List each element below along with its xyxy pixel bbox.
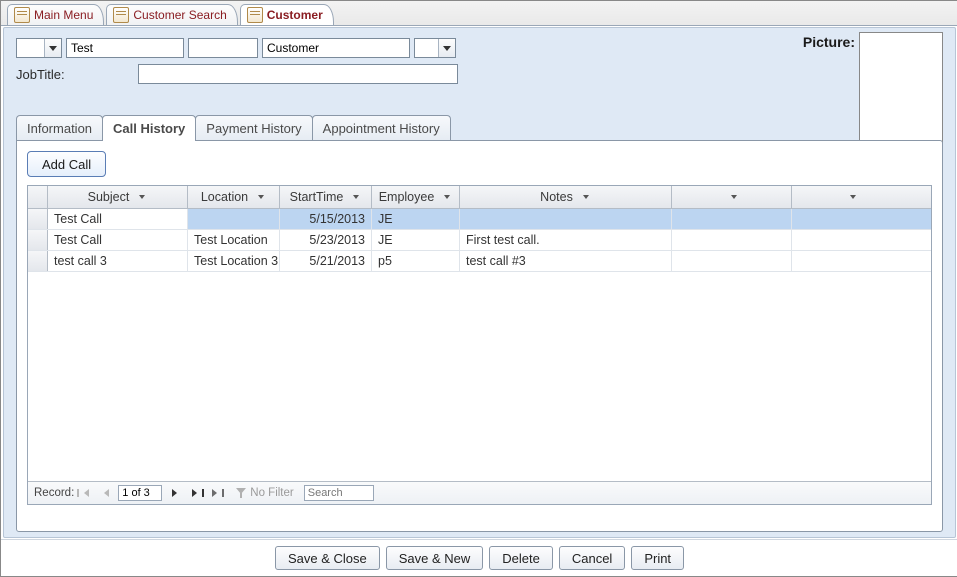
cell-subject[interactable]: Test Call <box>48 209 188 229</box>
col-header-location[interactable]: Location <box>188 186 280 208</box>
form-icon <box>247 7 263 23</box>
nav-first-button[interactable] <box>78 485 94 501</box>
nav-next-button[interactable] <box>166 485 182 501</box>
call-history-grid: Subject Location StartTime Employee Note… <box>27 185 932 505</box>
tab-payment-history[interactable]: Payment History <box>195 115 312 140</box>
cell-location[interactable] <box>188 209 280 229</box>
col-header-blank[interactable] <box>672 186 792 208</box>
col-header-blank[interactable] <box>792 186 910 208</box>
chevron-down-icon[interactable] <box>848 192 858 202</box>
cell-employee[interactable]: p5 <box>372 251 460 271</box>
middle-name-input[interactable] <box>188 38 258 58</box>
dropdown-icon[interactable] <box>438 39 455 57</box>
table-row[interactable]: Test Call Test Location 5/23/2013 JE Fir… <box>28 230 931 251</box>
app-tab-bar: Main Menu Customer Search Customer <box>1 1 957 26</box>
grid-body: Test Call 5/15/2013 JE Test Call Test Lo… <box>28 209 931 481</box>
suffix-combo[interactable] <box>414 38 456 58</box>
chevron-down-icon[interactable] <box>256 192 266 202</box>
select-all-cell[interactable] <box>28 186 48 208</box>
cell-location[interactable]: Test Location 3 <box>188 251 280 271</box>
chevron-down-icon[interactable] <box>137 192 147 202</box>
form-area: Picture: JobTitle: Information <box>3 27 956 538</box>
chevron-down-icon[interactable] <box>729 192 739 202</box>
table-row[interactable]: test call 3 Test Location 3 5/21/2013 p5… <box>28 251 931 272</box>
tab-information[interactable]: Information <box>16 115 103 140</box>
app-tab-customer[interactable]: Customer <box>240 4 334 25</box>
grid-header: Subject Location StartTime Employee Note… <box>28 186 931 209</box>
chevron-right-icon <box>172 489 177 497</box>
cell-blank[interactable] <box>792 230 910 250</box>
delete-button[interactable]: Delete <box>489 546 553 570</box>
filter-label: No Filter <box>250 487 293 499</box>
inner-tab-row: Information Call History Payment History… <box>16 114 943 140</box>
nav-new-button[interactable] <box>206 485 222 501</box>
nav-prev-button[interactable] <box>98 485 114 501</box>
picture-label: Picture: <box>803 34 855 50</box>
form-icon <box>14 7 30 23</box>
cell-blank[interactable] <box>672 209 792 229</box>
footer-toolbar: Save & Close Save & New Delete Cancel Pr… <box>1 539 957 576</box>
cell-employee[interactable]: JE <box>372 209 460 229</box>
table-row[interactable]: Test Call 5/15/2013 JE <box>28 209 931 230</box>
form-icon <box>113 7 129 23</box>
cell-blank[interactable] <box>672 230 792 250</box>
cell-blank[interactable] <box>792 209 910 229</box>
app-tab-main-menu[interactable]: Main Menu <box>7 4 104 25</box>
print-button[interactable]: Print <box>631 546 684 570</box>
cell-subject[interactable]: test call 3 <box>48 251 188 271</box>
record-navigator: Record: No Filter <box>28 481 931 504</box>
app-tab-label: Main Menu <box>34 8 93 22</box>
save-new-button[interactable]: Save & New <box>386 546 484 570</box>
chevron-down-icon[interactable] <box>351 192 361 202</box>
cell-starttime[interactable]: 5/21/2013 <box>280 251 372 271</box>
row-selector[interactable] <box>28 251 48 271</box>
cell-blank[interactable] <box>672 251 792 271</box>
chevron-down-icon[interactable] <box>581 192 591 202</box>
last-icon <box>192 489 197 497</box>
job-title-label: JobTitle: <box>16 67 134 82</box>
last-name-input[interactable] <box>262 38 410 58</box>
col-header-employee[interactable]: Employee <box>372 186 460 208</box>
cell-location[interactable]: Test Location <box>188 230 280 250</box>
cell-starttime[interactable]: 5/15/2013 <box>280 209 372 229</box>
filter-indicator[interactable]: No Filter <box>236 487 293 499</box>
cell-notes[interactable] <box>460 209 672 229</box>
customer-form-window: Main Menu Customer Search Customer Pictu… <box>0 0 957 577</box>
row-selector[interactable] <box>28 230 48 250</box>
dropdown-icon[interactable] <box>44 39 61 57</box>
job-title-row: JobTitle: <box>16 64 943 84</box>
job-title-input[interactable] <box>138 64 458 84</box>
row-selector[interactable] <box>28 209 48 229</box>
first-name-input[interactable] <box>66 38 184 58</box>
record-position-input[interactable] <box>118 485 162 501</box>
inner-tab-control: Information Call History Payment History… <box>16 114 943 532</box>
cell-notes[interactable]: First test call. <box>460 230 672 250</box>
call-history-panel: Add Call Subject Location StartTime Empl… <box>16 140 943 532</box>
funnel-icon <box>236 488 246 498</box>
col-header-notes[interactable]: Notes <box>460 186 672 208</box>
cell-employee[interactable]: JE <box>372 230 460 250</box>
new-record-icon <box>212 489 217 497</box>
col-header-subject[interactable]: Subject <box>48 186 188 208</box>
nav-last-button[interactable] <box>186 485 202 501</box>
record-search-input[interactable] <box>304 485 374 501</box>
chevron-left-icon <box>104 489 109 497</box>
col-header-starttime[interactable]: StartTime <box>280 186 372 208</box>
cell-subject[interactable]: Test Call <box>48 230 188 250</box>
first-icon <box>84 489 89 497</box>
cancel-button[interactable]: Cancel <box>559 546 625 570</box>
app-tab-customer-search[interactable]: Customer Search <box>106 4 237 25</box>
cell-blank[interactable] <box>792 251 910 271</box>
record-label: Record: <box>34 487 74 499</box>
add-call-button[interactable]: Add Call <box>27 151 106 177</box>
chevron-down-icon[interactable] <box>442 192 452 202</box>
app-tab-label: Customer Search <box>133 8 226 22</box>
cell-notes[interactable]: test call #3 <box>460 251 672 271</box>
prefix-combo[interactable] <box>16 38 62 58</box>
tab-call-history[interactable]: Call History <box>102 115 196 140</box>
cell-starttime[interactable]: 5/23/2013 <box>280 230 372 250</box>
save-close-button[interactable]: Save & Close <box>275 546 380 570</box>
tab-appointment-history[interactable]: Appointment History <box>312 115 451 140</box>
app-tab-label: Customer <box>267 8 323 22</box>
